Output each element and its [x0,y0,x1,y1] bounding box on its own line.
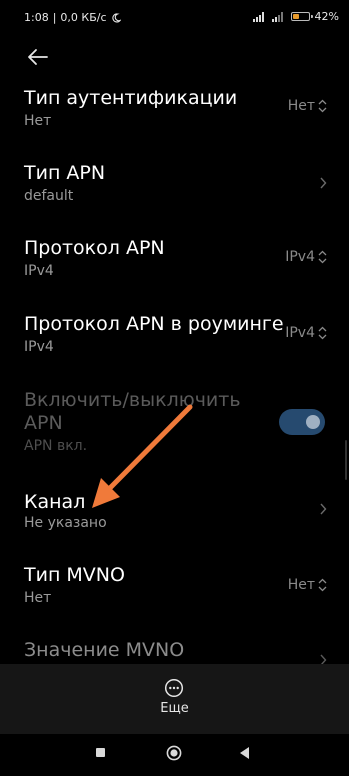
status-speed: 0,0 КБ/с [60,11,107,24]
chevron-right-icon [320,503,327,515]
select-value: IPv4 [285,325,315,341]
moon-icon [111,12,121,22]
scrollbar[interactable] [345,440,347,480]
updown-chevron-icon [318,578,327,592]
updown-chevron-icon [318,326,327,340]
home-icon[interactable] [166,745,182,761]
row-subtitle: default [24,188,74,204]
row-subtitle: Нет [24,113,52,129]
back-arrow-icon[interactable] [26,46,50,68]
row-apn-protocol[interactable]: Протокол APN IPv4 IPv4 [0,236,349,284]
row-title: Тип MVNO [24,564,125,586]
mvno-type-select[interactable]: Нет [288,577,327,593]
more-dots-icon[interactable] [164,678,184,698]
apn-enable-toggle [279,409,325,435]
chevron-right-icon [320,654,327,664]
row-title-line1: Включить/выключить [24,389,241,411]
row-title-line2: APN [24,412,63,434]
row-subtitle: Нет [24,590,52,606]
row-title: Тип APN [24,162,106,184]
status-bar: 1:08 | 0,0 КБ/с 42% [0,0,349,36]
signal-icon [252,11,264,22]
row-apn-roaming-protocol[interactable]: Протокол APN в роуминге IPv4 IPv4 [0,312,349,360]
apn-protocol-select[interactable]: IPv4 [285,249,327,265]
updown-chevron-icon [318,250,327,264]
row-title: Протокол APN в роуминге [24,313,284,335]
signal-icon-2 [271,11,283,22]
auth-type-select[interactable]: Нет [288,98,327,114]
status-right: 42% [252,10,339,23]
bottom-action-bar [0,664,349,734]
row-subtitle: Не указано [24,515,107,531]
status-separator: | [52,11,57,24]
row-title: Тип аутентификации [24,87,238,109]
row-title: Протокол APN [24,237,165,259]
chevron-right-icon [320,177,327,189]
toggle-knob [306,415,320,429]
apn-roaming-protocol-select[interactable]: IPv4 [285,325,327,341]
row-mvno-type[interactable]: Тип MVNO Нет Нет [0,563,349,611]
more-button-label[interactable]: Еще [0,701,349,716]
back-triangle-icon[interactable] [240,747,249,759]
recents-icon[interactable] [96,748,105,757]
battery-percent: 42% [314,10,339,23]
row-title: Канал [24,491,86,513]
row-subtitle: IPv4 [24,263,54,279]
row-channel[interactable]: Канал Не указано [0,490,349,538]
row-title: Значение MVNO [24,639,185,661]
row-subtitle: IPv4 [24,339,54,355]
row-subtitle: APN вкл. [24,438,88,454]
row-apn-enable: Включить/выключить APN APN вкл. [0,388,349,458]
status-time: 1:08 [24,11,49,24]
select-value: Нет [287,577,315,593]
row-auth-type[interactable]: Тип аутентификации Нет Нет [0,86,349,134]
select-value: IPv4 [285,249,315,265]
battery-icon [290,12,313,21]
row-mvno-value[interactable]: Значение MVNO [0,638,349,664]
row-apn-type[interactable]: Тип APN default [0,161,349,209]
status-left: 1:08 | 0,0 КБ/с [24,11,121,24]
updown-chevron-icon [318,99,327,113]
select-value: Нет [287,98,315,114]
